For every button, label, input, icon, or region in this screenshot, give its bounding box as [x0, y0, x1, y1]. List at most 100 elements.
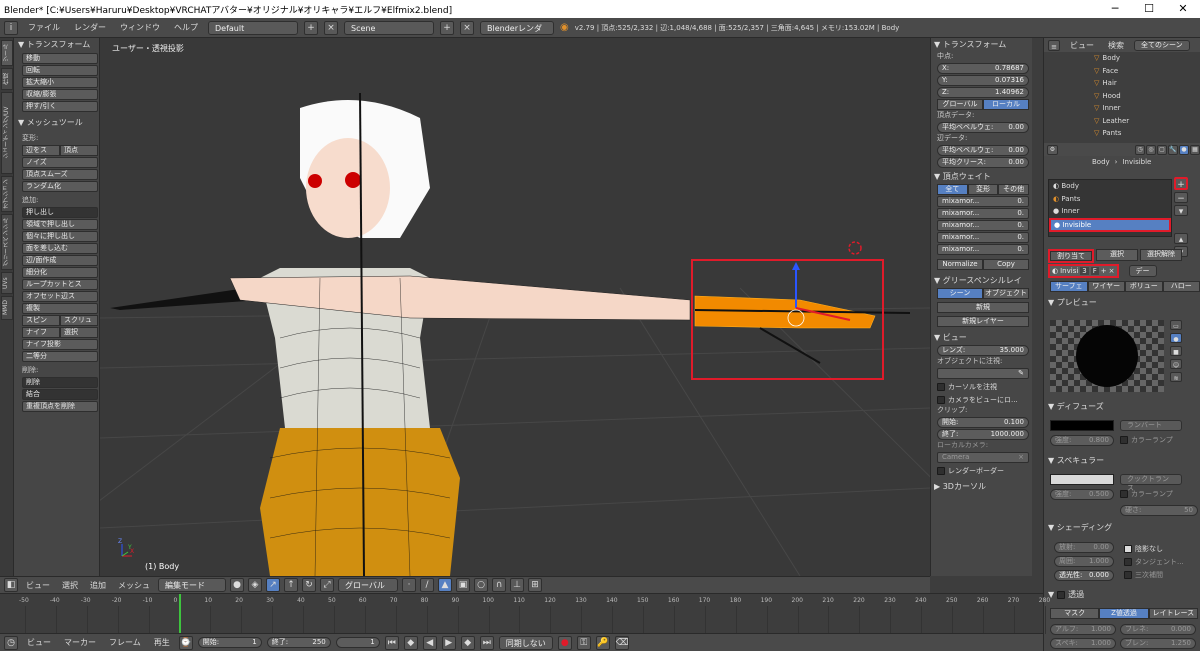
bisect-button[interactable]: 二等分 — [22, 351, 98, 362]
emit-field[interactable]: 放射: 0.00 — [1054, 542, 1114, 553]
outliner-menu-search[interactable]: 検索 — [1104, 40, 1128, 51]
menu-help[interactable]: ヘルプ — [170, 22, 202, 33]
new-layer-button[interactable]: 新規レイヤー — [937, 316, 1029, 327]
preview-hair-icon[interactable]: ≋ — [1170, 372, 1182, 382]
weights-tab-deform[interactable]: 変形 — [967, 184, 999, 195]
cubic-checkbox[interactable]: 三次補間 — [1124, 570, 1163, 580]
global-toggle[interactable]: グローバル — [937, 99, 983, 110]
shading-mode-icon[interactable]: ● — [230, 578, 244, 592]
end-frame-field[interactable]: 終了: 250 — [266, 637, 331, 648]
maximize-button[interactable]: ☐ — [1132, 0, 1166, 18]
edge-slide-button[interactable]: 辺をス — [22, 145, 60, 156]
extrude-region-button[interactable]: 領域で押し出し — [22, 219, 98, 230]
weight-row[interactable]: mixamor... 0. — [937, 220, 1029, 231]
knife-project-button[interactable]: ナイフ投影 — [22, 339, 98, 350]
screen-layout-select[interactable]: Default — [208, 20, 298, 35]
tab-grease-pencil[interactable]: グリースペンシル — [1, 214, 13, 270]
tab-uvs[interactable]: UVs — [1, 272, 13, 294]
tl-menu-playback[interactable]: 再生 — [150, 637, 174, 648]
make-edge-face-button[interactable]: 辺/面作成 — [22, 255, 98, 266]
close-button[interactable]: ✕ — [1166, 0, 1200, 18]
tab-volume[interactable]: ボリュー — [1125, 281, 1163, 292]
clip-start-field[interactable]: 開始: 0.100 — [937, 417, 1029, 428]
preview-cube-icon[interactable]: ■ — [1170, 346, 1182, 356]
shading-header[interactable]: ▼ シェーディング — [1048, 522, 1112, 533]
dissolve-select[interactable]: 結合 — [22, 389, 98, 400]
knife-select-button[interactable]: 選択 — [60, 327, 98, 338]
remove-doubles-button[interactable]: 重複頂点を削除 — [22, 401, 98, 412]
material-slot-list[interactable]: ◐ Body ◐ Pants ● Inner ● Invisible — [1048, 179, 1172, 237]
grease-scene-toggle[interactable]: シーン — [937, 288, 983, 299]
edge-select-icon[interactable]: / — [420, 578, 434, 592]
knife-button[interactable]: ナイフ — [22, 327, 60, 338]
play-reverse-icon[interactable]: ◀ — [422, 635, 437, 650]
outliner-menu-view[interactable]: ビュー — [1066, 40, 1098, 51]
mask-toggle[interactable]: マスク — [1050, 608, 1100, 619]
modifier-tab-icon[interactable]: 🔧 — [1168, 144, 1178, 155]
slot-menu-icon[interactable]: ▾ — [1174, 205, 1188, 217]
3d-cursor-icon[interactable] — [848, 241, 862, 255]
new-material-icon[interactable]: + — [1101, 267, 1107, 275]
weight-row[interactable]: mixamor... 0. — [937, 232, 1029, 243]
remove-slot-button[interactable]: − — [1174, 192, 1188, 204]
fake-user-toggle[interactable]: F — [1090, 267, 1099, 275]
scene-select[interactable]: Scene — [344, 20, 434, 35]
ambient-field[interactable]: 周囲: 1.000 — [1054, 556, 1114, 567]
assign-button[interactable]: 割り当て — [1050, 251, 1092, 261]
specular-shader-select[interactable]: クックトランス — [1120, 474, 1182, 492]
pivot-icon[interactable]: ◈ — [248, 578, 262, 592]
extrude-individual-button[interactable]: 個々に押し出し — [22, 231, 98, 242]
rotate-button[interactable]: 回転 — [22, 65, 98, 76]
link-select[interactable]: デー — [1128, 265, 1157, 277]
diffuse-color-swatch[interactable] — [1050, 420, 1114, 431]
menu-mesh[interactable]: メッシュ — [114, 580, 154, 591]
smooth-vertex-button[interactable]: 頂点スムーズ — [22, 169, 98, 180]
subdivide-button[interactable]: 細分化 — [22, 267, 98, 278]
shadeless-checkbox[interactable]: 陰影なし — [1124, 544, 1163, 554]
tab-tools[interactable]: ツール — [1, 40, 13, 66]
z-transparency-toggle[interactable]: Z値透過 — [1099, 608, 1149, 619]
fresnel-field[interactable]: フレネ: 0.000 — [1120, 624, 1196, 635]
median-x-field[interactable]: X: 0.78687 — [937, 63, 1029, 74]
transparency-header[interactable]: ▼ 透過 — [1048, 589, 1084, 600]
material-users-count[interactable]: 3 — [1080, 267, 1089, 275]
face-select-icon[interactable]: ▲ — [438, 578, 452, 592]
menu-file[interactable]: ファイル — [24, 22, 64, 33]
editor-type-icon[interactable]: ◷ — [4, 635, 18, 650]
screw-button[interactable]: スクリュ — [60, 315, 98, 326]
diffuse-intensity-field[interactable]: 強度: 0.800 — [1050, 435, 1114, 446]
specular-hardness-field[interactable]: 硬さ: 50 — [1120, 505, 1198, 516]
preview-range-icon[interactable]: ⌚ — [178, 635, 193, 650]
vertex-select-icon[interactable]: · — [402, 578, 416, 592]
material-slot[interactable]: ◐ Body — [1049, 180, 1171, 193]
blend-field[interactable]: ブレン: 1.250 — [1120, 638, 1196, 649]
normalize-button[interactable]: Normalize — [937, 259, 983, 270]
raytrace-toggle[interactable]: レイトレース — [1148, 608, 1198, 619]
tl-menu-frame[interactable]: フレーム — [105, 637, 145, 648]
material-name-field[interactable]: Invisi — [1060, 267, 1078, 275]
spin-button[interactable]: スピン — [22, 315, 60, 326]
add-slot-button[interactable]: + — [1174, 177, 1188, 190]
menu-view[interactable]: ビュー — [22, 580, 54, 591]
noise-button[interactable]: ノイズ — [22, 157, 98, 168]
start-frame-field[interactable]: 開始: 1 — [197, 637, 262, 648]
scale-icon[interactable]: ⤢ — [320, 578, 334, 592]
editor-type-icon[interactable]: ⚙ — [1047, 144, 1058, 155]
menu-add[interactable]: 追加 — [86, 580, 110, 591]
editor-type-icon[interactable]: ◧ — [4, 578, 18, 592]
add-icon[interactable]: + — [440, 20, 454, 35]
median-z-field[interactable]: Z: 1.40962 — [937, 87, 1029, 98]
specular-intensity-field[interactable]: 強度: 0.500 — [1050, 489, 1114, 500]
outliner-item[interactable]: ▽ Body — [1044, 52, 1200, 65]
delete-select[interactable]: 削除 — [22, 377, 98, 388]
duplicate-button[interactable]: 複製 — [22, 303, 98, 314]
preview-header[interactable]: ▼ プレビュー — [1048, 297, 1097, 308]
outliner-item[interactable]: ▽ Inner — [1044, 102, 1200, 115]
menu-render[interactable]: レンダー — [70, 22, 110, 33]
view-header[interactable]: ▼ ビュー — [931, 331, 1032, 344]
insert-key-icon[interactable]: 🔑 — [595, 635, 610, 650]
record-icon[interactable]: ● — [557, 635, 572, 650]
scale-button[interactable]: 拡大縮小 — [22, 77, 98, 88]
tangent-checkbox[interactable]: タンジェント... — [1124, 557, 1184, 567]
weight-row[interactable]: mixamor... 0. — [937, 196, 1029, 207]
